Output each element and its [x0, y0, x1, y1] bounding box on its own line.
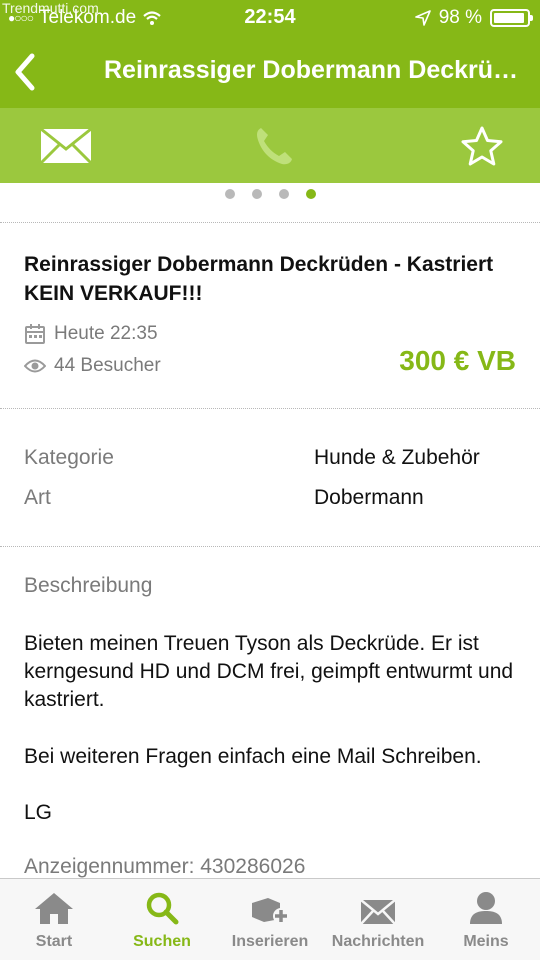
page-title: Reinrassiger Dobermann Deckrüden - Kastr…: [104, 56, 528, 84]
detail-value: Dobermann: [314, 486, 424, 509]
description-paragraph: Bieten meinen Treuen Tyson als Deckrüde.…: [24, 632, 514, 711]
search-icon: [146, 892, 179, 925]
listing-visitors: 44 Besucher: [24, 355, 161, 377]
battery-icon: [490, 9, 533, 27]
mail-button[interactable]: [38, 122, 94, 170]
tab-label: Suchen: [133, 933, 191, 950]
star-icon: [461, 126, 503, 166]
detail-label: Art: [24, 486, 51, 509]
messages-icon: [360, 899, 396, 925]
image-pager: [0, 189, 540, 201]
divider: [0, 408, 540, 409]
description-paragraph: Bei weiteren Fragen einfach eine Mail Sc…: [24, 745, 482, 768]
post-ad-icon: [252, 898, 289, 924]
visitors-text: 44 Besucher: [54, 355, 161, 376]
listing-price: 300 € VB: [399, 345, 516, 376]
location-arrow-icon: [414, 10, 431, 26]
tab-inserieren[interactable]: Inserieren: [216, 879, 324, 960]
calendar-icon: [25, 324, 45, 344]
app-header: Trendmutti.com ●○○○ Telekom.de 22:54 98 …: [0, 0, 540, 108]
tab-start[interactable]: Start: [0, 879, 108, 960]
date-text: Heute 22:35: [54, 323, 158, 344]
battery-percent: 98 %: [438, 7, 482, 28]
phone-icon: [257, 128, 292, 165]
tab-label: Meins: [463, 933, 509, 950]
detail-value: Hunde & Zubehör: [314, 446, 480, 469]
favorite-button[interactable]: [458, 122, 506, 170]
tab-label: Inserieren: [231, 933, 309, 950]
tab-nachrichten[interactable]: Nachrichten: [324, 879, 432, 960]
eye-icon: [24, 359, 46, 373]
divider: [0, 546, 540, 547]
tab-label: Nachrichten: [331, 933, 425, 950]
description-paragraph: LG: [24, 801, 53, 824]
status-right: 98 %: [414, 7, 533, 29]
detail-label: Kategorie: [24, 446, 114, 469]
home-icon: [35, 893, 73, 924]
pager-dot[interactable]: [224, 189, 235, 199]
ad-number: Anzeigennummer: 430286026: [24, 855, 306, 878]
back-button[interactable]: [8, 50, 48, 94]
listing-date: Heute 22:35: [24, 323, 158, 345]
description-heading: Beschreibung: [24, 574, 153, 597]
tab-meins[interactable]: Meins: [432, 879, 540, 960]
tab-bar: Start Suchen Inserieren Nachrichten Mein…: [0, 878, 540, 960]
listing-title: Reinrassiger Dobermann Deckrüden - Kastr…: [24, 253, 494, 305]
chevron-left-icon: [15, 53, 35, 91]
action-bar: [0, 108, 540, 183]
pager-dot[interactable]: [251, 189, 262, 199]
pager-dot[interactable]: [278, 189, 289, 199]
profile-icon: [470, 892, 502, 924]
mail-icon: [39, 127, 93, 165]
status-bar: Trendmutti.com ●○○○ Telekom.de 22:54 98 …: [0, 0, 540, 36]
tab-label: Start: [35, 933, 73, 950]
pager-dot-active[interactable]: [305, 189, 316, 199]
divider: [0, 222, 540, 223]
call-button[interactable]: [250, 122, 298, 170]
tab-suchen[interactable]: Suchen: [108, 879, 216, 960]
